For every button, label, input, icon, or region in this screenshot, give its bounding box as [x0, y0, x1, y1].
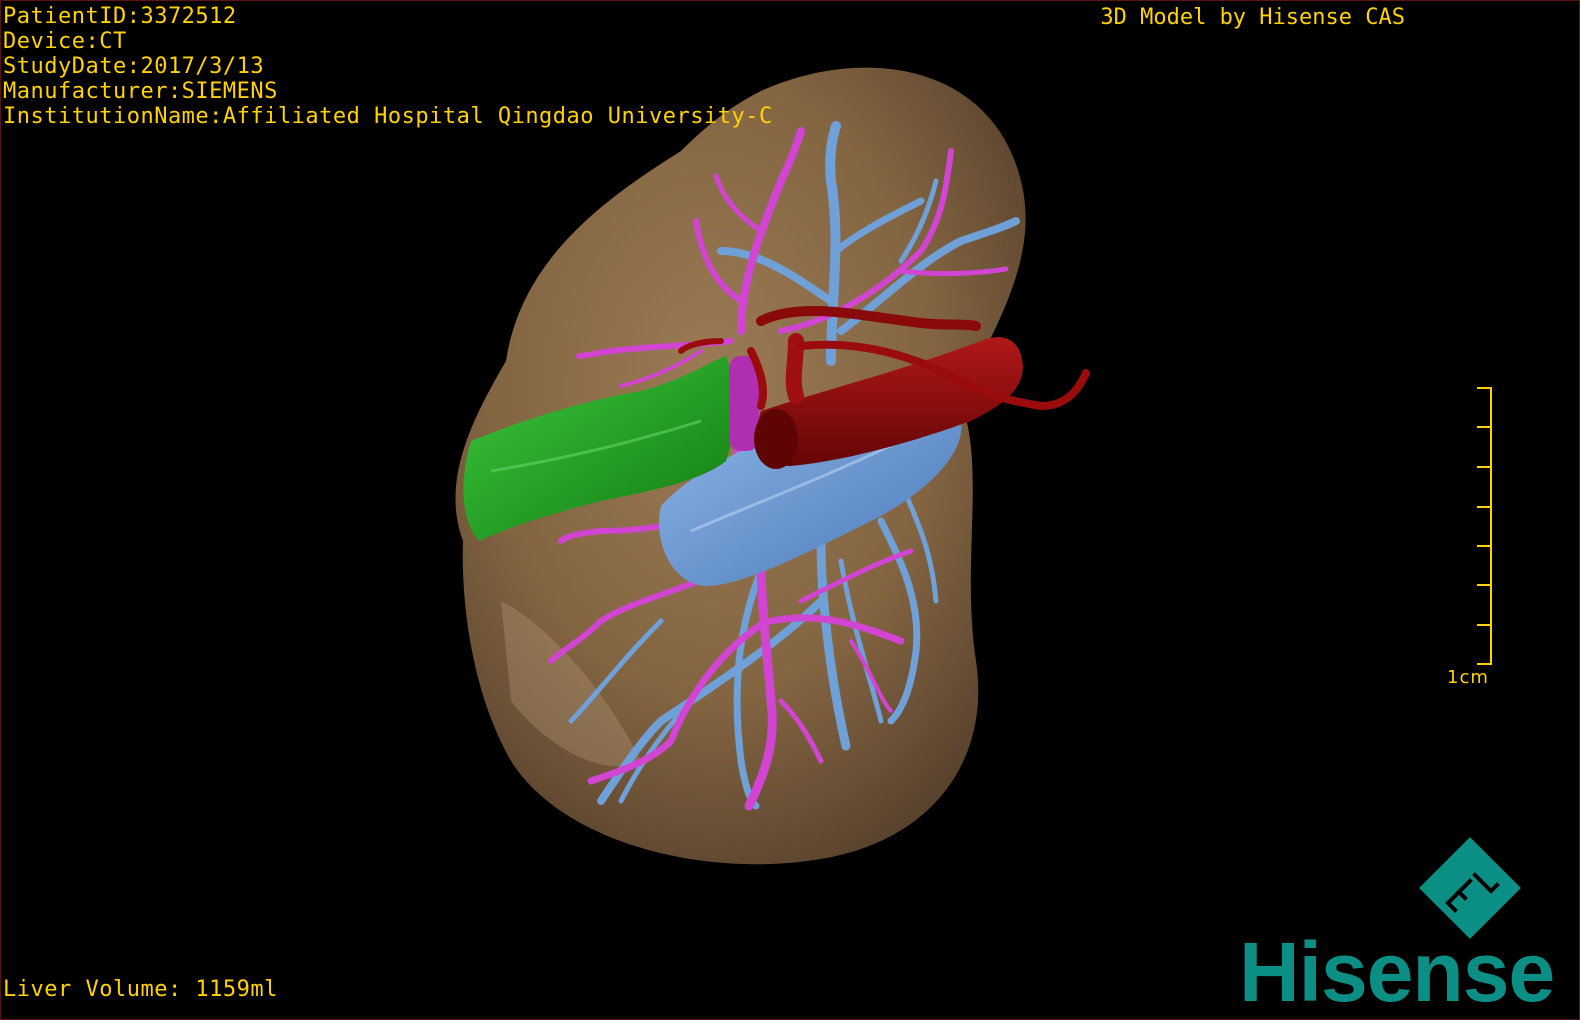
- brand-name: Hisense: [1239, 925, 1555, 1019]
- device: Device:CT: [3, 29, 127, 54]
- model-credit: 3D Model by Hisense CAS: [1100, 5, 1405, 30]
- scale-label: 1cm: [1447, 667, 1489, 688]
- study-date: StudyDate:2017/3/13: [3, 54, 265, 79]
- liver-volume: Liver Volume: 1159ml: [3, 977, 278, 1002]
- patient-id: PatientID:3372512: [3, 4, 237, 29]
- institution-name: InstitutionName:Affiliated Hospital Qing…: [3, 104, 773, 129]
- liver-3d-model[interactable]: [1, 1, 1579, 1019]
- manufacturer: Manufacturer:SIEMENS: [3, 79, 278, 104]
- scale-bar: [1477, 387, 1492, 665]
- 3d-viewport[interactable]: PatientID:3372512 Device:CT StudyDate:20…: [0, 0, 1580, 1020]
